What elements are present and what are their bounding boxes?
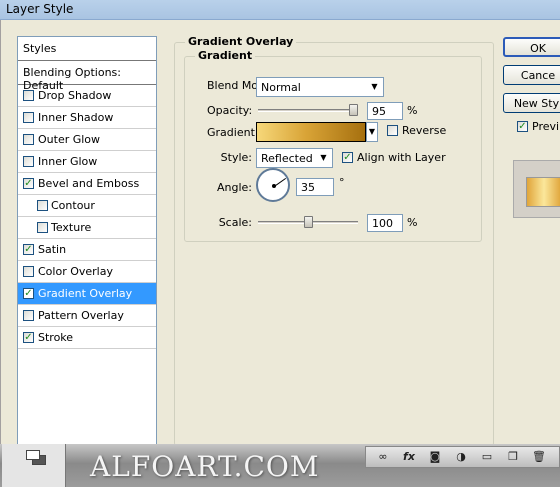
style-checkbox[interactable] [23, 90, 34, 101]
color-swatch-icon[interactable] [2, 444, 66, 487]
style-checkbox[interactable]: ✓ [23, 332, 34, 343]
style-item-label: Inner Shadow [38, 111, 114, 124]
style-checkbox[interactable] [23, 156, 34, 167]
layer-style-dialog: Styles Blending Options: Default Drop Sh… [0, 20, 560, 446]
style-item-satin[interactable]: ✓ Satin [18, 239, 156, 261]
style-item-label: Drop Shadow [38, 89, 112, 102]
style-item-inner-glow[interactable]: Inner Glow [18, 151, 156, 173]
opacity-unit: % [407, 104, 418, 117]
style-item-bevel-and-emboss[interactable]: ✓ Bevel and Emboss [18, 173, 156, 195]
styles-header[interactable]: Styles [18, 37, 156, 61]
style-item-label: Bevel and Emboss [38, 177, 140, 190]
preview-label: Previ [532, 120, 560, 133]
watermark: ALFOART.COM [90, 450, 320, 483]
angle-center [272, 184, 276, 188]
style-item-texture[interactable]: Texture [18, 217, 156, 239]
style-checkbox[interactable] [23, 134, 34, 145]
angle-unit: ° [339, 176, 345, 189]
style-item-pattern-overlay[interactable]: Pattern Overlay [18, 305, 156, 327]
style-item-label: Inner Glow [38, 155, 98, 168]
align-with-layer-checkbox[interactable]: ✓ [342, 152, 353, 163]
scale-unit: % [407, 216, 418, 229]
style-checkbox[interactable] [23, 266, 34, 277]
style-item-label: Pattern Overlay [38, 309, 124, 322]
link-icon[interactable]: ∞ [376, 450, 390, 464]
adjustment-icon[interactable]: ◑ [454, 450, 468, 464]
style-item-stroke[interactable]: ✓ Stroke [18, 327, 156, 349]
style-item-label: Color Overlay [38, 265, 113, 278]
style-item-label: Texture [51, 221, 92, 234]
style-item-outer-glow[interactable]: Outer Glow [18, 129, 156, 151]
opacity-slider[interactable] [258, 109, 358, 112]
opacity-slider-handle[interactable] [349, 104, 358, 116]
angle-label: Angle: [216, 181, 252, 194]
reverse-label: Reverse [402, 124, 447, 137]
gradient-picker-arrow[interactable]: ▼ [366, 122, 378, 142]
style-checkbox[interactable]: ✓ [23, 178, 34, 189]
style-item-label: Outer Glow [38, 133, 101, 146]
title-bar: Layer Style [0, 0, 560, 20]
style-item-inner-shadow[interactable]: Inner Shadow [18, 107, 156, 129]
layers-toolbar: ∞ fx ◙ ◑ ▭ ❐ 🗑 [365, 446, 560, 468]
ok-button[interactable]: OK [503, 37, 560, 57]
gradient-overlay-group: Gradient Overlay Gradient Blend Mode: No… [174, 35, 494, 446]
scale-label: Scale: [218, 216, 252, 229]
angle-dial[interactable] [256, 168, 290, 202]
chevron-down-icon: ▼ [320, 153, 327, 162]
scale-input[interactable]: 100 [367, 214, 403, 232]
scale-slider-handle[interactable] [304, 216, 313, 228]
group-title: Gradient Overlay [185, 35, 297, 48]
opacity-input[interactable]: 95 [367, 102, 403, 120]
style-checkbox[interactable]: ✓ [23, 288, 34, 299]
folder-icon[interactable]: ▭ [480, 450, 494, 464]
window-title: Layer Style [6, 2, 74, 16]
layers-panel-strip: ALFOART.COM ∞ fx ◙ ◑ ▭ ❐ 🗑 [0, 444, 560, 487]
fx-icon[interactable]: fx [402, 450, 416, 464]
style-preview [513, 160, 560, 218]
style-preview-thumbnail [526, 177, 560, 207]
style-item-gradient-overlay[interactable]: ✓ Gradient Overlay [18, 283, 156, 305]
style-item-drop-shadow[interactable]: Drop Shadow [18, 85, 156, 107]
style-item-color-overlay[interactable]: Color Overlay [18, 261, 156, 283]
trash-icon[interactable]: 🗑 [532, 450, 546, 464]
gradient-label: Gradient: [207, 126, 259, 139]
styles-list: Styles Blending Options: Default Drop Sh… [17, 36, 157, 446]
style-checkbox[interactable] [23, 310, 34, 321]
style-item-label: Stroke [38, 331, 74, 344]
style-item-contour[interactable]: Contour [18, 195, 156, 217]
style-item-label: Satin [38, 243, 67, 256]
style-checkbox[interactable] [23, 112, 34, 123]
style-checkbox[interactable]: ✓ [23, 244, 34, 255]
reverse-checkbox[interactable] [387, 125, 398, 136]
chevron-down-icon: ▼ [371, 82, 378, 91]
style-label: Style: [220, 151, 252, 164]
preview-checkbox[interactable]: ✓ [517, 121, 528, 132]
cancel-button[interactable]: Cance [503, 65, 560, 85]
subgroup-title: Gradient [195, 49, 256, 62]
blend-mode-select[interactable]: Normal ▼ [256, 77, 384, 97]
new-layer-icon[interactable]: ❐ [506, 450, 520, 464]
style-checkbox[interactable] [37, 222, 48, 233]
style-checkbox[interactable] [37, 200, 48, 211]
style-select[interactable]: Reflected ▼ [256, 148, 333, 168]
blending-options-item[interactable]: Blending Options: Default [18, 61, 156, 92]
opacity-label: Opacity: [207, 104, 253, 117]
style-item-label: Contour [51, 199, 95, 212]
new-style-button[interactable]: New Styl [503, 93, 560, 113]
angle-input[interactable]: 35 [296, 178, 334, 196]
foreground-color-icon [26, 450, 40, 460]
style-item-label: Gradient Overlay [38, 287, 133, 300]
blend-mode-label: Blend Mode: [207, 79, 276, 92]
mask-icon[interactable]: ◙ [428, 450, 442, 464]
gradient-swatch[interactable] [256, 122, 366, 142]
gradient-subgroup: Gradient Blend Mode: Normal ▼ Opacity: 9… [184, 49, 482, 242]
align-with-layer-label: Align with Layer [357, 151, 446, 164]
